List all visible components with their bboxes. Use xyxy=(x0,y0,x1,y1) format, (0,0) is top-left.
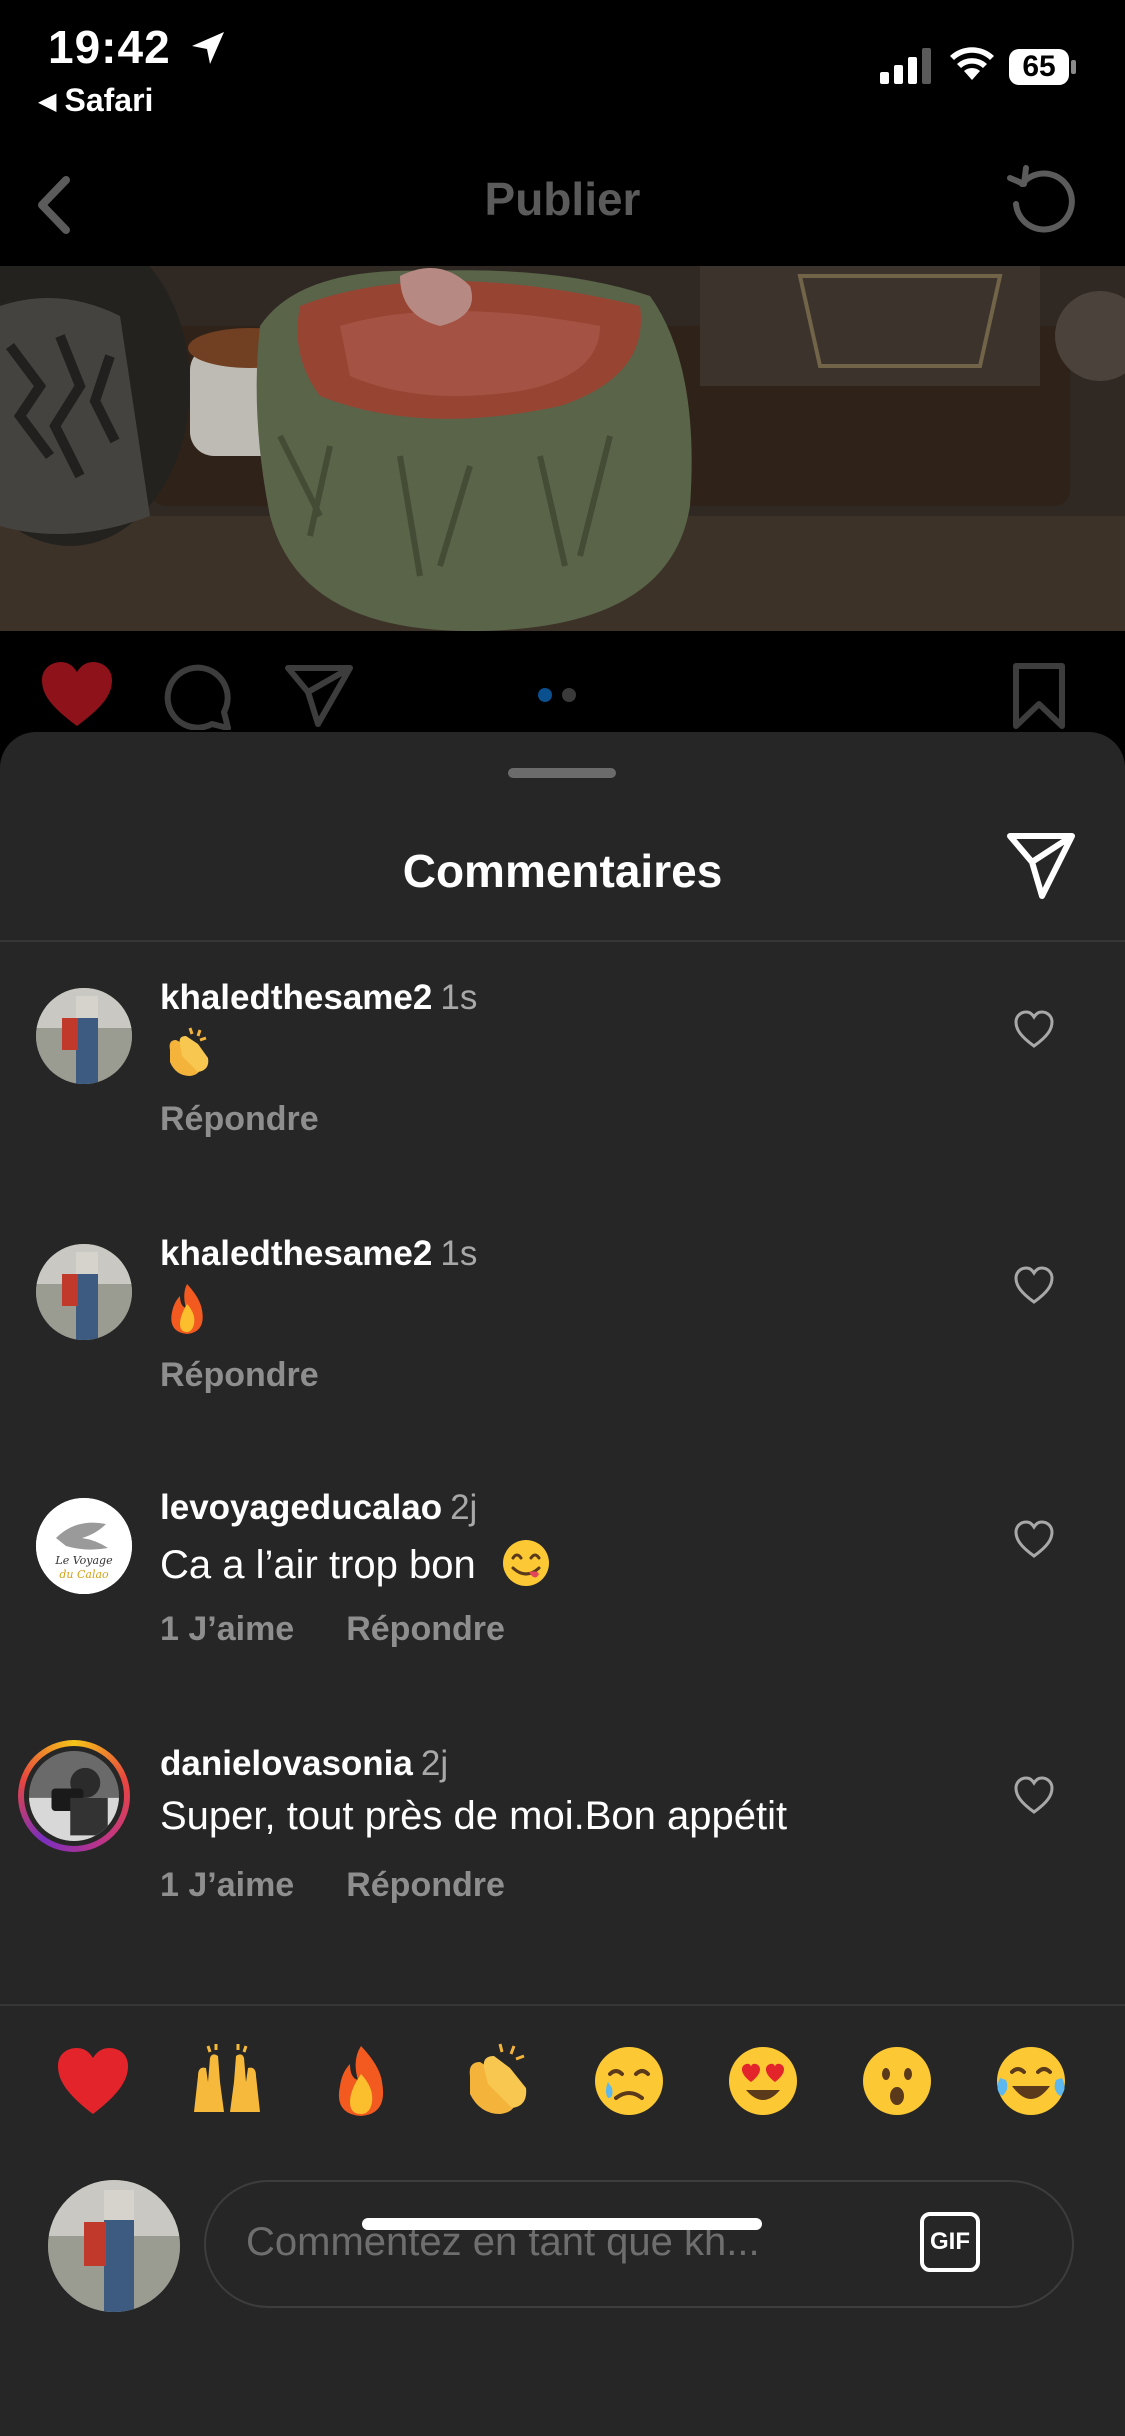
carousel-dot xyxy=(562,688,576,702)
svg-text:du Calao: du Calao xyxy=(59,1568,109,1581)
comment-time: 2j xyxy=(420,1744,449,1783)
divider xyxy=(0,2004,1125,2006)
comment-text-content: Ca a l’air trop bon xyxy=(160,1543,476,1587)
battery-level: 65 xyxy=(1022,50,1056,83)
heart-eyes-icon[interactable] xyxy=(724,2042,802,2120)
red-heart-icon[interactable] xyxy=(54,2042,132,2120)
avatar-story-ring[interactable] xyxy=(18,1740,130,1852)
comment-text: Ca a l’air trop bon xyxy=(160,1538,551,1588)
comment-icon[interactable] xyxy=(164,664,234,730)
comment-username[interactable]: khaledthesame2 xyxy=(160,1234,432,1273)
le-voyage-logo: Le Voyage du Calao xyxy=(36,1498,132,1594)
status-time: 19:42 xyxy=(48,21,171,73)
watermelon-photo xyxy=(0,266,1125,631)
reply-button[interactable]: Répondre xyxy=(160,1356,319,1394)
location-arrow-icon xyxy=(192,32,224,64)
comment-item: Le Voyage du Calao levoyageducalao 2j Ca … xyxy=(0,1488,1125,1728)
back-app-label: Safari xyxy=(64,82,154,118)
emoji-quick-bar xyxy=(0,2042,1125,2132)
comment-time: 2j xyxy=(450,1488,478,1527)
back-triangle-icon: ◀ xyxy=(38,88,57,115)
like-count[interactable]: 1 J’aime xyxy=(160,1866,294,1904)
share-paper-plane-icon[interactable] xyxy=(284,664,354,728)
reply-button[interactable]: Répondre xyxy=(346,1866,505,1904)
svg-text:Le Voyage: Le Voyage xyxy=(54,1554,113,1567)
user-photo xyxy=(29,1751,119,1841)
bookmark-icon[interactable] xyxy=(1010,662,1068,730)
clapping-hands-icon xyxy=(169,1027,209,1076)
raising-hands-icon[interactable] xyxy=(188,2042,266,2120)
fire-icon xyxy=(171,1284,203,1334)
comment-item: khaledthesame2 1s Répondre xyxy=(0,1234,1125,1474)
current-user-avatar[interactable] xyxy=(48,2180,180,2312)
avatar[interactable]: Le Voyage du Calao xyxy=(36,1498,132,1594)
avatar[interactable] xyxy=(36,1244,132,1340)
user-photo xyxy=(36,988,132,1084)
crying-face-icon[interactable] xyxy=(590,2042,668,2120)
divider xyxy=(0,940,1125,942)
user-photo xyxy=(36,1244,132,1340)
like-count[interactable]: 1 J’aime xyxy=(160,1610,294,1648)
share-paper-plane-icon[interactable] xyxy=(1004,828,1078,902)
comment-input[interactable]: Commentez en tant que kh... GIF xyxy=(204,2180,1074,2308)
refresh-icon[interactable] xyxy=(1002,160,1082,240)
comments-sheet: Commentaires khaledthesame21s Répondre xyxy=(0,732,1125,2436)
comment-header: danielovasonia 2j xyxy=(160,1744,448,1784)
comment-username[interactable]: danielovasonia xyxy=(160,1744,413,1783)
comment-actions: Répondre xyxy=(160,1100,371,1139)
page-title: Publier xyxy=(484,173,641,225)
comment-header: levoyageducalao 2j xyxy=(160,1488,477,1528)
status-bar: 19:42 ◀ Safari 65 xyxy=(0,0,1125,120)
like-heart-icon[interactable] xyxy=(1014,1010,1054,1050)
like-heart-icon[interactable] xyxy=(1014,1520,1054,1560)
user-photo xyxy=(48,2180,180,2312)
reply-button[interactable]: Répondre xyxy=(160,1100,319,1138)
comment-username[interactable]: levoyageducalao xyxy=(160,1488,442,1527)
reply-button[interactable]: Répondre xyxy=(346,1610,505,1648)
avatar[interactable] xyxy=(36,988,132,1084)
face-savoring-food-icon xyxy=(502,1540,549,1586)
carousel-dots xyxy=(538,688,586,707)
comment-time: 1s xyxy=(440,978,478,1017)
comment-header: khaledthesame2 1s xyxy=(160,978,477,1018)
sheet-grabber[interactable] xyxy=(508,768,616,778)
comment-time: 1s xyxy=(440,1234,478,1273)
comment-actions: 1 J’aime Répondre xyxy=(160,1610,557,1649)
battery-icon: 65 xyxy=(1008,48,1078,86)
astonished-face-icon[interactable] xyxy=(858,2042,936,2120)
comment-item: khaledthesame2 1s Répondre xyxy=(0,978,1125,1218)
like-heart-icon[interactable] xyxy=(1014,1266,1054,1306)
comment-item: danielovasonia 2j Super, tout près de moi… xyxy=(0,1740,1125,1984)
sheet-title: Commentaires xyxy=(402,845,723,897)
comment-header: khaledthesame2 1s xyxy=(160,1234,477,1274)
comment-username[interactable]: khaledthesame2 xyxy=(160,978,432,1017)
comment-actions: 1 J’aime Répondre xyxy=(160,1866,557,1905)
comment-actions: Répondre xyxy=(160,1356,371,1395)
fire-icon[interactable] xyxy=(322,2042,400,2120)
like-heart-icon[interactable] xyxy=(1014,1776,1054,1816)
avatar xyxy=(24,1746,124,1846)
post-photo[interactable] xyxy=(0,266,1125,631)
wifi-icon xyxy=(950,47,994,80)
comment-text: Super, tout près de moi.Bon appétit xyxy=(160,1794,788,1838)
clapping-hands-icon[interactable] xyxy=(456,2042,534,2120)
carousel-dot-active xyxy=(538,688,552,702)
navbar: Publier xyxy=(0,150,1125,260)
back-to-app-link[interactable]: ◀ Safari xyxy=(38,82,153,119)
liked-heart-icon[interactable] xyxy=(40,660,114,730)
cellular-signal-icon xyxy=(880,48,931,84)
post-actions xyxy=(0,660,1125,730)
gif-button[interactable]: GIF xyxy=(920,2212,980,2272)
home-indicator xyxy=(362,2218,762,2230)
tears-of-joy-icon[interactable] xyxy=(992,2042,1070,2120)
